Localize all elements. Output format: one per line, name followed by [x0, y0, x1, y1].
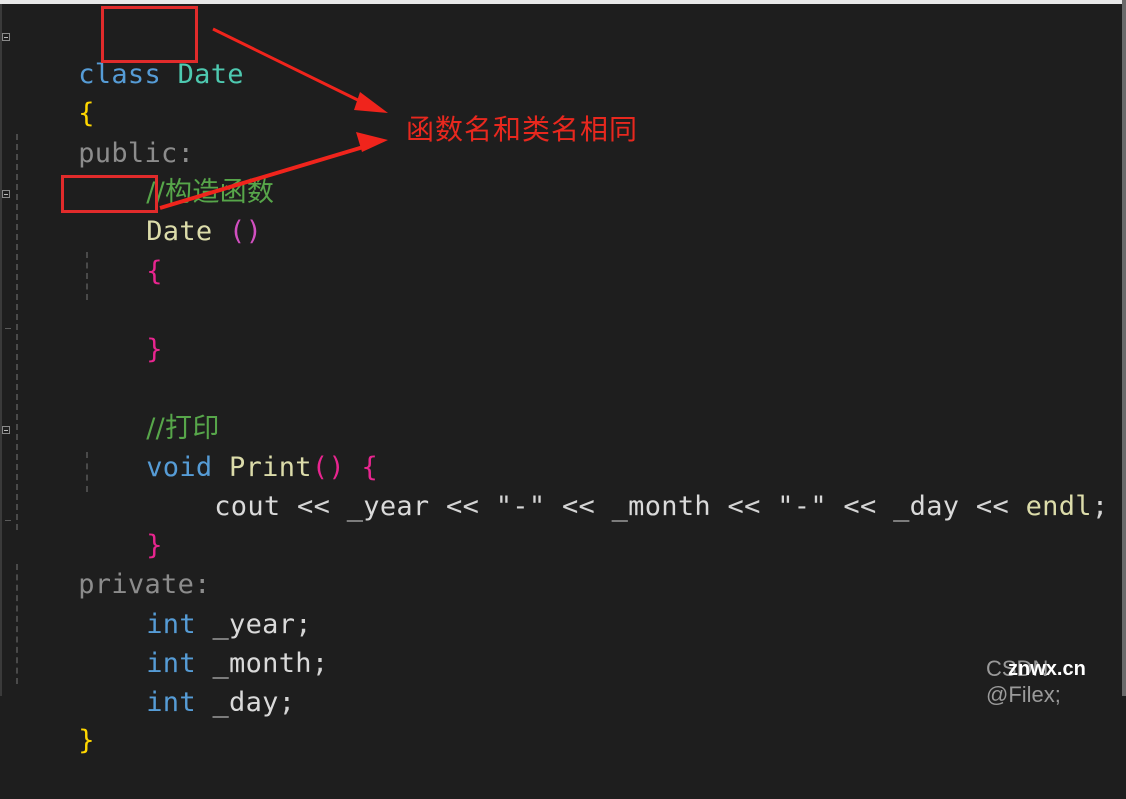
var-day: _day — [893, 491, 960, 522]
var-month: _month — [611, 491, 711, 522]
code-line-6: { — [80, 213, 163, 287]
code-line-13: } — [80, 487, 163, 561]
right-border — [1122, 0, 1126, 696]
var-year: _year — [346, 491, 430, 522]
parens: () — [229, 216, 263, 247]
code-line-17: int _day; — [146, 687, 296, 718]
class-name: Date — [177, 59, 244, 90]
member-day: _day — [212, 687, 279, 718]
code-line-11: void Print() { — [80, 409, 378, 483]
code-line-16: int _month; — [146, 648, 329, 679]
fold-end-marker — [5, 328, 11, 329]
fold-toggle-class-icon[interactable] — [2, 33, 10, 41]
string-dash: "-" — [777, 491, 827, 522]
watermark-overlay: znwx.cn — [1008, 658, 1086, 680]
open-brace: { — [146, 256, 163, 287]
highlight-box-class-name — [101, 6, 198, 63]
type-int: int — [146, 687, 196, 718]
code-line-18: } — [12, 682, 95, 756]
close-brace: } — [78, 725, 95, 756]
fold-toggle-constructor-icon[interactable] — [2, 190, 10, 198]
code-line-3: public: — [12, 95, 194, 169]
close-brace: } — [146, 334, 163, 365]
highlight-box-constructor-name — [61, 175, 158, 213]
code-line-14: private: — [12, 526, 211, 600]
endl-token: endl — [1025, 491, 1092, 522]
code-line-8: } — [80, 291, 163, 365]
code-line-4: //构造函数 — [80, 134, 274, 208]
cout-token: cout — [214, 491, 281, 522]
fold-toggle-print-icon[interactable] — [2, 426, 10, 434]
fold-end-marker — [5, 520, 11, 521]
string-dash: "-" — [495, 491, 546, 522]
annotation-label: 函数名和类名相同 — [406, 113, 639, 146]
code-line-10: //打印 — [80, 370, 220, 444]
code-line-12: cout << _year << "-" << _month << "-" <<… — [214, 491, 1109, 522]
code-line-15: int _year; — [146, 609, 312, 640]
code-line-2: { — [12, 55, 95, 129]
